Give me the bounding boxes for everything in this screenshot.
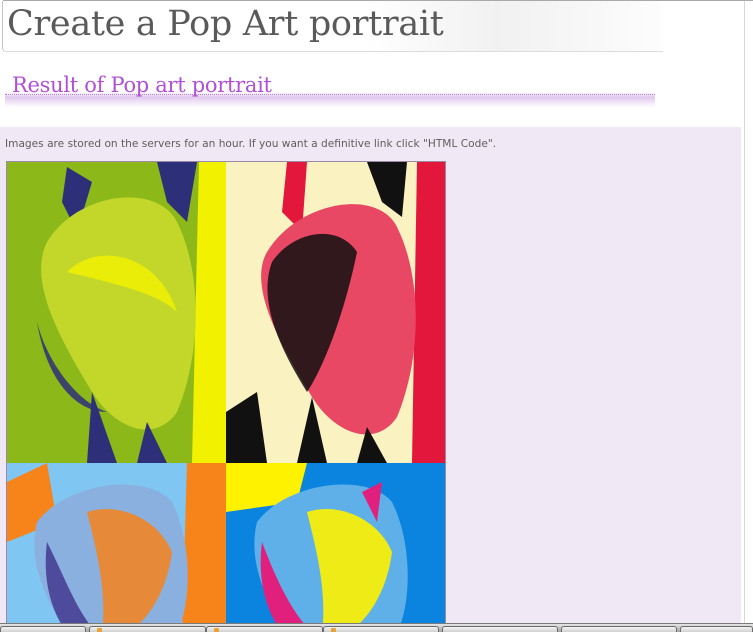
page: Create a Pop Art portrait Result of Pop …	[0, 0, 753, 632]
taskbar-item[interactable]	[442, 626, 558, 632]
taskbar	[0, 623, 753, 632]
content-right-border	[744, 1, 745, 626]
taskbar-item[interactable]	[0, 626, 86, 632]
taskbar-item[interactable]	[561, 626, 677, 632]
title-bar: Create a Pop Art portrait	[2, 1, 663, 52]
app-icon	[97, 628, 102, 632]
taskbar-item[interactable]	[206, 626, 323, 632]
panel-bottom-right	[226, 463, 445, 632]
taskbar-item[interactable]	[680, 626, 753, 632]
section-header: Result of Pop art portrait	[5, 72, 655, 108]
section-title: Result of Pop art portrait	[12, 73, 272, 97]
panel-top-right	[226, 162, 445, 463]
storage-notice: Images are stored on the servers for an …	[5, 138, 497, 150]
result-panel: Images are stored on the servers for an …	[0, 127, 741, 632]
pop-art-canvas	[7, 162, 445, 632]
panel-bottom-left	[7, 463, 226, 632]
taskbar-item[interactable]	[89, 626, 206, 632]
page-title: Create a Pop Art portrait	[7, 4, 444, 44]
pop-art-image[interactable]	[6, 161, 446, 632]
taskbar-item[interactable]	[323, 626, 439, 632]
app-icon	[214, 628, 219, 632]
app-icon	[331, 628, 336, 632]
panel-top-left	[7, 162, 226, 463]
